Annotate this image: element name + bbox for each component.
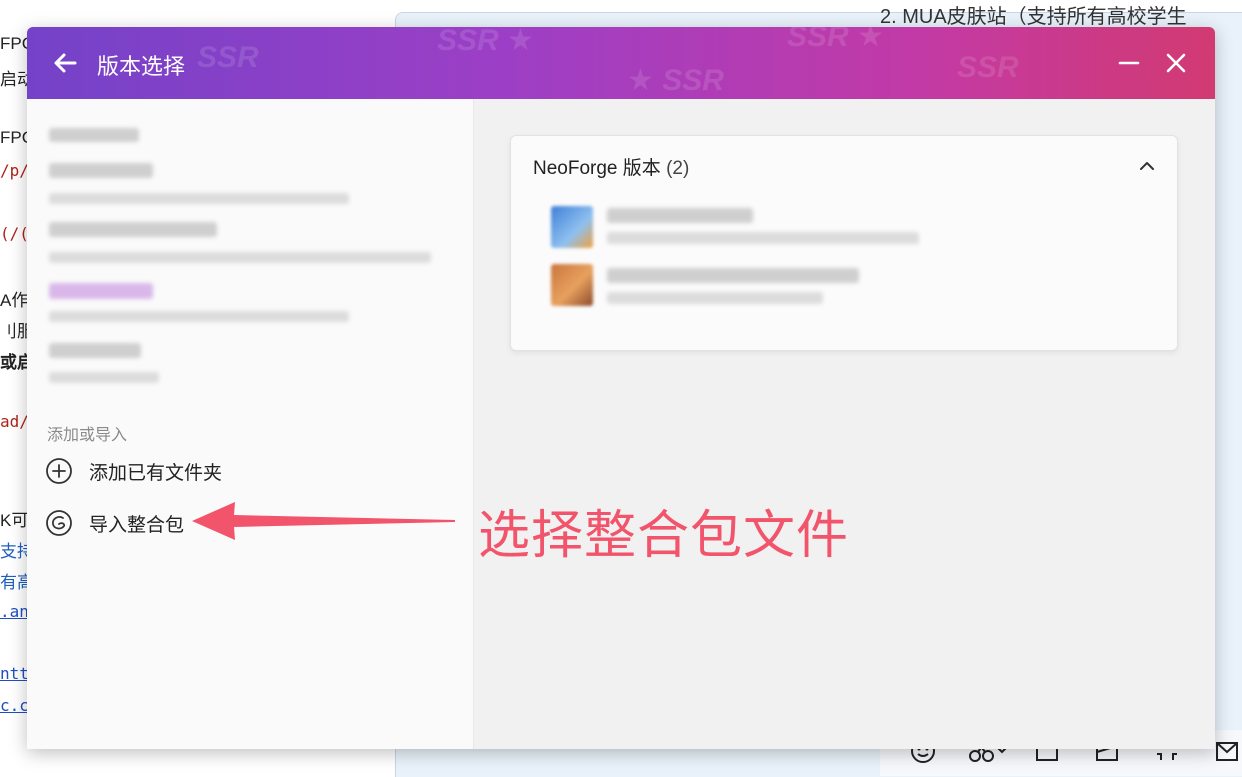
import-modpack-label: 导入整合包 — [89, 514, 185, 536]
version-item[interactable] — [551, 258, 1151, 310]
bg-text: (/( — [0, 224, 28, 243]
version-count: (2) — [666, 158, 690, 179]
version-item[interactable] — [551, 200, 1151, 252]
add-or-import-label: 添加或导入 — [47, 427, 128, 444]
instance-path-blurred — [49, 311, 349, 322]
bg-text: 刂服 — [0, 322, 28, 341]
import-modpack-button[interactable]: 导入整合包 — [45, 507, 184, 539]
bg-text: FPC — [0, 128, 28, 147]
background-editor: FPC 启动 FPC /p/ (/( A作 刂服 或启 ad/ K可 支持 有高… — [0, 0, 28, 776]
title-watermark: SSR — [197, 41, 259, 74]
import-package-icon — [46, 510, 72, 536]
bg-text: ad/ — [0, 412, 28, 431]
dialog-title: 版本选择 — [97, 54, 186, 79]
annotation-label: 选择整合包文件 — [478, 506, 850, 566]
bg-text: 支持 — [0, 542, 28, 561]
instance-name-blurred[interactable] — [49, 343, 141, 358]
mail-icon[interactable] — [1214, 738, 1240, 764]
bg-text: /p/ — [0, 161, 28, 180]
card-title: NeoForge 版本 — [533, 158, 661, 179]
close-icon[interactable] — [1160, 47, 1192, 79]
version-name-blurred — [607, 208, 753, 223]
bg-link[interactable]: ntt — [0, 664, 28, 683]
arrow-left-icon[interactable] — [49, 47, 81, 79]
instance-path-blurred — [49, 193, 349, 204]
instance-path-blurred — [49, 252, 431, 263]
title-watermark: SSR — [957, 51, 1019, 84]
add-circle-icon — [46, 458, 72, 484]
bg-link[interactable]: .an — [0, 602, 28, 621]
version-info-blurred — [607, 292, 823, 304]
bg-text: FPC — [0, 34, 28, 53]
version-select-dialog: SSR SSR ★ ★ SSR SSR ★ SSR 版本选择 添加或导入 添加已… — [27, 27, 1215, 749]
version-info-blurred — [607, 232, 919, 244]
minimize-icon[interactable] — [1113, 47, 1145, 79]
instance-sidebar: 添加或导入 添加已有文件夹 导入整合包 — [27, 99, 474, 749]
instance-name-blurred[interactable] — [49, 163, 153, 178]
bg-text: 或启 — [0, 353, 28, 372]
instance-path-blurred — [49, 372, 159, 383]
instance-name-blurred[interactable] — [49, 222, 217, 237]
bg-text: A作 — [0, 291, 28, 310]
modpack-icon — [551, 264, 593, 306]
bg-text: K可 — [0, 511, 28, 530]
annotation-arrow — [192, 502, 455, 540]
instance-name-blurred[interactable] — [49, 128, 139, 142]
add-existing-folder-label: 添加已有文件夹 — [89, 462, 223, 484]
bg-link[interactable]: c.c — [0, 696, 28, 715]
neoforge-icon — [551, 206, 593, 248]
add-existing-folder-button[interactable]: 添加已有文件夹 — [45, 455, 222, 487]
bg-heading-text: 2. MUA皮肤站（支持所有高校学生 — [880, 6, 1187, 28]
title-watermark: SSR ★ — [787, 27, 884, 53]
title-watermark: ★ SSR — [627, 64, 724, 97]
version-panel: NeoForge 版本 (2) — [474, 99, 1215, 749]
version-name-blurred — [607, 268, 859, 283]
card-header[interactable]: NeoForge 版本 (2) — [533, 153, 689, 180]
bg-text: 有高 — [0, 573, 28, 592]
instance-name-selected-blurred[interactable] — [49, 283, 153, 299]
neoforge-versions-card: NeoForge 版本 (2) — [510, 135, 1178, 351]
bg-text: 启动 — [0, 70, 28, 89]
dialog-title-bar: SSR SSR ★ ★ SSR SSR ★ SSR 版本选择 — [27, 27, 1215, 99]
chevron-up-icon[interactable] — [1137, 156, 1157, 176]
title-watermark: SSR ★ — [437, 27, 534, 57]
